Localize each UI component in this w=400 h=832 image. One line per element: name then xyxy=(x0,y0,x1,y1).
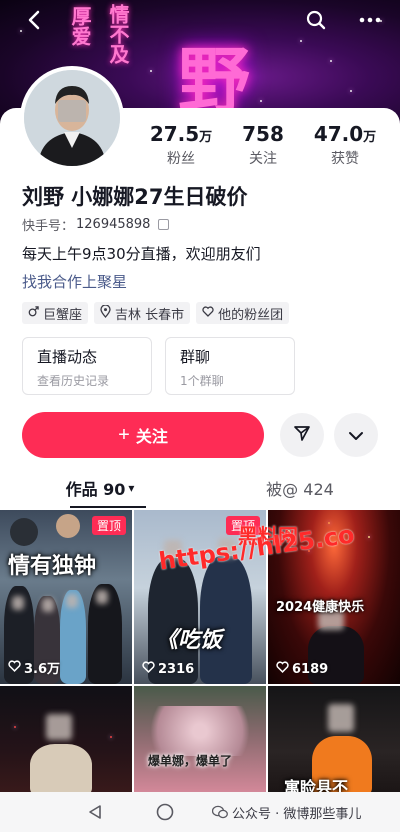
heart-outline-icon xyxy=(8,659,21,676)
copy-icon[interactable] xyxy=(158,219,170,230)
stat-followers-label: 粉丝 xyxy=(167,151,195,167)
profile-stats: 27.5万 粉丝 758 关注 47.0万 获赞 xyxy=(140,122,386,168)
stat-likes-label: 获赞 xyxy=(331,151,359,167)
video-tile[interactable]: 寓睑县不 xyxy=(268,686,400,796)
video-overlay-text: 2024健康快乐 xyxy=(276,600,365,615)
expand-button[interactable] xyxy=(334,413,378,457)
video-likes-count: 6189 xyxy=(292,661,329,677)
send-icon xyxy=(293,424,311,446)
group-chat-subtitle: 1个群聊 xyxy=(180,374,224,388)
bio-line-1: 每天上午9点30分直播，欢迎朋友们 xyxy=(22,245,261,263)
video-likes-count: 2316 xyxy=(158,661,195,677)
home-circle-icon[interactable] xyxy=(156,803,174,825)
video-tile[interactable]: 爆单娜，爆单了 xyxy=(134,686,266,796)
tab-mentions[interactable]: 被@ 424 xyxy=(200,468,400,508)
stat-likes-value: 47.0万 xyxy=(313,122,377,146)
search-icon[interactable] xyxy=(302,6,330,34)
stat-followers[interactable]: 27.5万 粉丝 xyxy=(140,122,222,168)
stat-likes[interactable]: 47.0万 获赞 xyxy=(304,122,386,168)
more-horizontal-icon[interactable] xyxy=(356,6,384,34)
tag-fan-club[interactable]: 他的粉丝团 xyxy=(196,302,290,324)
tag-location-label: 吉林 长春市 xyxy=(115,307,185,323)
account-id: 126945898 xyxy=(76,217,151,232)
account-label: 快手号： xyxy=(22,219,75,234)
profile-name: 刘野 小娜娜27生日破价 xyxy=(22,185,248,209)
banner-text-2: 情不及 xyxy=(106,4,130,64)
stat-following[interactable]: 758 关注 xyxy=(222,122,304,168)
tag-zodiac-label: 巨蟹座 xyxy=(43,307,83,323)
tab-mentions-label: 被@ 424 xyxy=(266,480,334,499)
stat-following-value: 758 xyxy=(242,122,284,146)
bio-line-2[interactable]: 找我合作上聚星 xyxy=(22,271,127,292)
tab-works-label: 作品 90 xyxy=(65,480,126,499)
pinned-badge: 置顶 xyxy=(91,516,126,535)
live-history-title: 直播动态 xyxy=(37,348,98,366)
tag-fan-club-label: 他的粉丝团 xyxy=(218,307,284,323)
wechat-icon xyxy=(211,804,228,823)
sparkle xyxy=(350,90,352,92)
sparkle xyxy=(330,60,332,62)
share-button[interactable] xyxy=(280,413,324,457)
sparkle xyxy=(300,40,302,42)
stat-followers-value: 27.5万 xyxy=(149,122,213,146)
heart-outline-icon xyxy=(276,661,289,677)
video-likes-count: 3.6万 xyxy=(24,662,61,677)
avatar[interactable] xyxy=(20,66,124,170)
follow-button[interactable]: + 关注 xyxy=(22,412,264,458)
live-history-card[interactable]: 直播动态 查看历史记录 xyxy=(22,337,152,395)
sparkle xyxy=(260,100,262,102)
profile-tags: 巨蟹座 吉林 长春市 他的粉丝团 xyxy=(22,302,290,324)
video-likes: 6189 xyxy=(276,661,328,677)
banner-text-1: 厚爱 xyxy=(68,6,92,46)
video-likes: 3.6万 xyxy=(8,658,60,677)
follow-button-label: 关注 xyxy=(135,429,168,446)
group-chat-card[interactable]: 群聊 1个群聊 xyxy=(165,337,295,395)
heart-outline-icon xyxy=(142,661,155,677)
plus-icon: + xyxy=(118,423,130,446)
chevron-down-icon xyxy=(348,426,364,445)
tag-zodiac: 巨蟹座 xyxy=(22,302,89,324)
video-overlay-text: 爆单娜，爆单了 xyxy=(148,754,233,768)
tag-location: 吉林 长春市 xyxy=(94,302,191,324)
stat-following-label: 关注 xyxy=(249,151,277,167)
sparkle xyxy=(150,70,152,72)
caret-down-icon: ▾ xyxy=(128,481,135,495)
chevron-left-icon[interactable] xyxy=(20,6,48,34)
male-icon xyxy=(28,305,39,321)
video-overlay-text: 情有独钟 xyxy=(8,553,97,579)
tab-works[interactable]: 作品 90 ▾ xyxy=(0,468,200,508)
location-pin-icon xyxy=(100,303,111,322)
group-chat-title: 群聊 xyxy=(180,348,211,366)
video-overlay-text: 《吃饭 xyxy=(156,627,223,653)
live-history-subtitle: 查看历史记录 xyxy=(37,374,110,388)
footer-caption: 公众号 · 微博那些事儿 xyxy=(232,807,362,822)
account-id-row: 快手号： 126945898 xyxy=(22,215,170,234)
back-triangle-icon[interactable] xyxy=(88,804,102,824)
video-likes: 2316 xyxy=(142,661,194,677)
heart-icon xyxy=(202,305,214,321)
video-tile[interactable]: 情有独钟 置顶 3.6万 xyxy=(0,510,132,684)
video-tile[interactable] xyxy=(0,686,132,796)
content-tabs: 作品 90 ▾ 被@ 424 xyxy=(0,468,400,508)
active-tab-indicator xyxy=(70,506,146,508)
